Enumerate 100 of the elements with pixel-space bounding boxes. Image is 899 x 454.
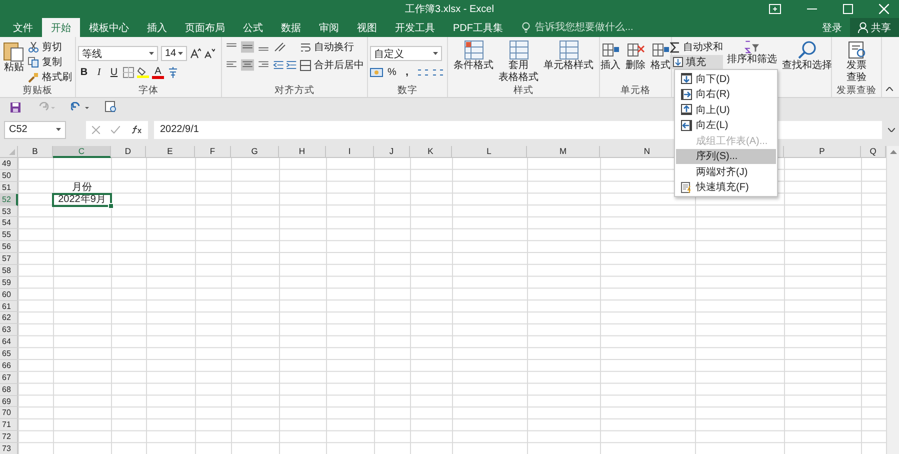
print-preview-icon[interactable] [105,101,117,113]
column-header[interactable]: I [326,146,374,158]
tell-me-field[interactable]: 告诉我您想要做什么... [522,18,667,37]
expand-icon[interactable] [888,128,895,132]
phonetic-icon[interactable] [167,66,179,78]
row-header[interactable]: 57 [0,253,18,265]
insert-function-icon[interactable] [132,125,142,134]
column-header[interactable]: J [374,146,410,158]
column-header[interactable]: C [53,146,111,158]
row-header[interactable]: 51 [0,182,18,194]
undo-icon[interactable] [71,102,89,112]
vertical-scrollbar[interactable] [886,146,899,454]
menu-item[interactable]: 向上(U) [676,102,776,118]
column-header[interactable]: H [279,146,326,158]
style-button[interactable]: 单元格样式 [542,40,594,72]
login-link[interactable]: 登录 [814,18,850,37]
row-header[interactable]: 49 [0,158,18,170]
row-header[interactable]: 70 [0,407,18,420]
underline-button[interactable]: U [108,65,120,79]
row-header[interactable]: 54 [0,217,18,230]
style-button[interactable]: 条件格式 [452,40,494,72]
format-painter-button[interactable]: 格式刷 [28,70,72,84]
name-box[interactable]: C52 [4,120,66,138]
fill-color-icon[interactable] [137,66,149,78]
ribbon-tab[interactable]: PDF工具集 [444,18,512,37]
menu-item[interactable]: 序列(S)... [676,148,776,164]
row-header[interactable]: 52 [0,194,18,206]
font-name-dropdown[interactable]: 等线 [78,46,158,61]
borders-icon[interactable] [123,66,134,78]
column-header[interactable]: M [527,146,600,158]
italic-button[interactable]: I [93,65,105,79]
column-header[interactable]: Q [861,146,886,158]
row-header[interactable]: 62 [0,312,18,324]
row-header[interactable]: 58 [0,264,18,277]
row-header[interactable]: 73 [0,443,18,454]
row-header[interactable]: 69 [0,396,18,408]
column-header[interactable]: G [231,146,279,158]
check-icon[interactable] [111,126,120,134]
menu-item[interactable]: 向下(D) [676,71,776,86]
ribbon-tab[interactable]: 页面布局 [176,18,234,37]
column-header[interactable]: E [146,146,195,158]
menu-item[interactable]: 两端对齐(J) [676,164,776,180]
align-icon[interactable] [241,58,254,72]
row-header[interactable]: 55 [0,229,18,242]
cells-button[interactable]: 格式 [650,40,672,72]
invoice-check-button[interactable]: 发票 查验 [846,40,868,84]
ribbon-tab[interactable]: 文件 [4,18,42,37]
column-header[interactable]: F [195,146,231,158]
menu-item[interactable]: 快速填充(F) [676,180,776,195]
row-header[interactable]: 72 [0,431,18,443]
row-header[interactable]: 53 [0,206,18,218]
sort-filter-button[interactable]: 排序和筛选 [726,40,778,66]
comma-button[interactable]: , [401,65,413,79]
ribbon-tab[interactable]: 公式 [234,18,272,37]
row-header[interactable]: 63 [0,324,18,336]
ribbon-tab[interactable]: 数据 [272,18,310,37]
close-icon[interactable] [879,4,889,14]
collapse-ribbon-icon[interactable] [886,87,893,91]
grow-font-icon[interactable] [190,48,201,59]
font-size-dropdown[interactable]: 14 [161,46,187,61]
font-color-button[interactable]: A [152,66,164,78]
ribbon-tab[interactable]: 开发工具 [386,18,444,37]
ribbon-tab[interactable]: 模板中心 [80,18,138,37]
shrink-font-icon[interactable] [204,48,215,59]
column-header[interactable]: L [452,146,527,158]
menu-item[interactable]: 向左(L) [676,118,776,133]
column-header[interactable]: D [111,146,146,158]
row-header[interactable]: 68 [0,384,18,396]
orientation-icon[interactable] [273,41,287,53]
fill-handle[interactable] [108,202,114,208]
fill-button[interactable]: 填充 [670,55,723,69]
cells-button[interactable]: 删除 [624,40,646,72]
column-header[interactable]: K [410,146,452,158]
find-select-button[interactable]: 查找和选择 [781,40,833,72]
copy-button[interactable]: 复制 [28,55,72,69]
indent-icon[interactable] [273,59,297,71]
wrap-text-button[interactable]: 自动换行 [300,40,364,54]
share-button[interactable]: 共享 [850,18,899,37]
row-header[interactable]: 50 [0,170,18,182]
ribbon-tab[interactable]: 视图 [348,18,386,37]
row-header[interactable]: 65 [0,348,18,360]
row-header[interactable]: 61 [0,300,18,312]
bold-button[interactable]: B [78,65,90,79]
percent-button[interactable]: % [386,65,398,79]
ribbon-tab[interactable]: 审阅 [310,18,348,37]
paste-button[interactable]: 粘贴 [3,40,25,74]
column-header[interactable]: B [18,146,53,158]
align-icon[interactable] [241,40,254,54]
merge-center-button[interactable]: 合并后居中 [300,58,364,72]
cells-button[interactable]: 插入 [600,40,622,72]
row-header[interactable]: 60 [0,288,18,300]
ribbon-tab[interactable]: 开始 [42,18,80,37]
maximize-icon[interactable] [843,4,853,14]
style-button[interactable]: 套用 表格格式 [498,40,540,84]
cut-button[interactable]: 剪切 [28,40,72,54]
currency-icon[interactable] [370,66,383,78]
menu-item[interactable]: 向右(R) [676,86,776,102]
row-header[interactable]: 56 [0,241,18,253]
ribbon-display-icon[interactable] [769,4,781,14]
save-icon[interactable] [10,102,21,112]
